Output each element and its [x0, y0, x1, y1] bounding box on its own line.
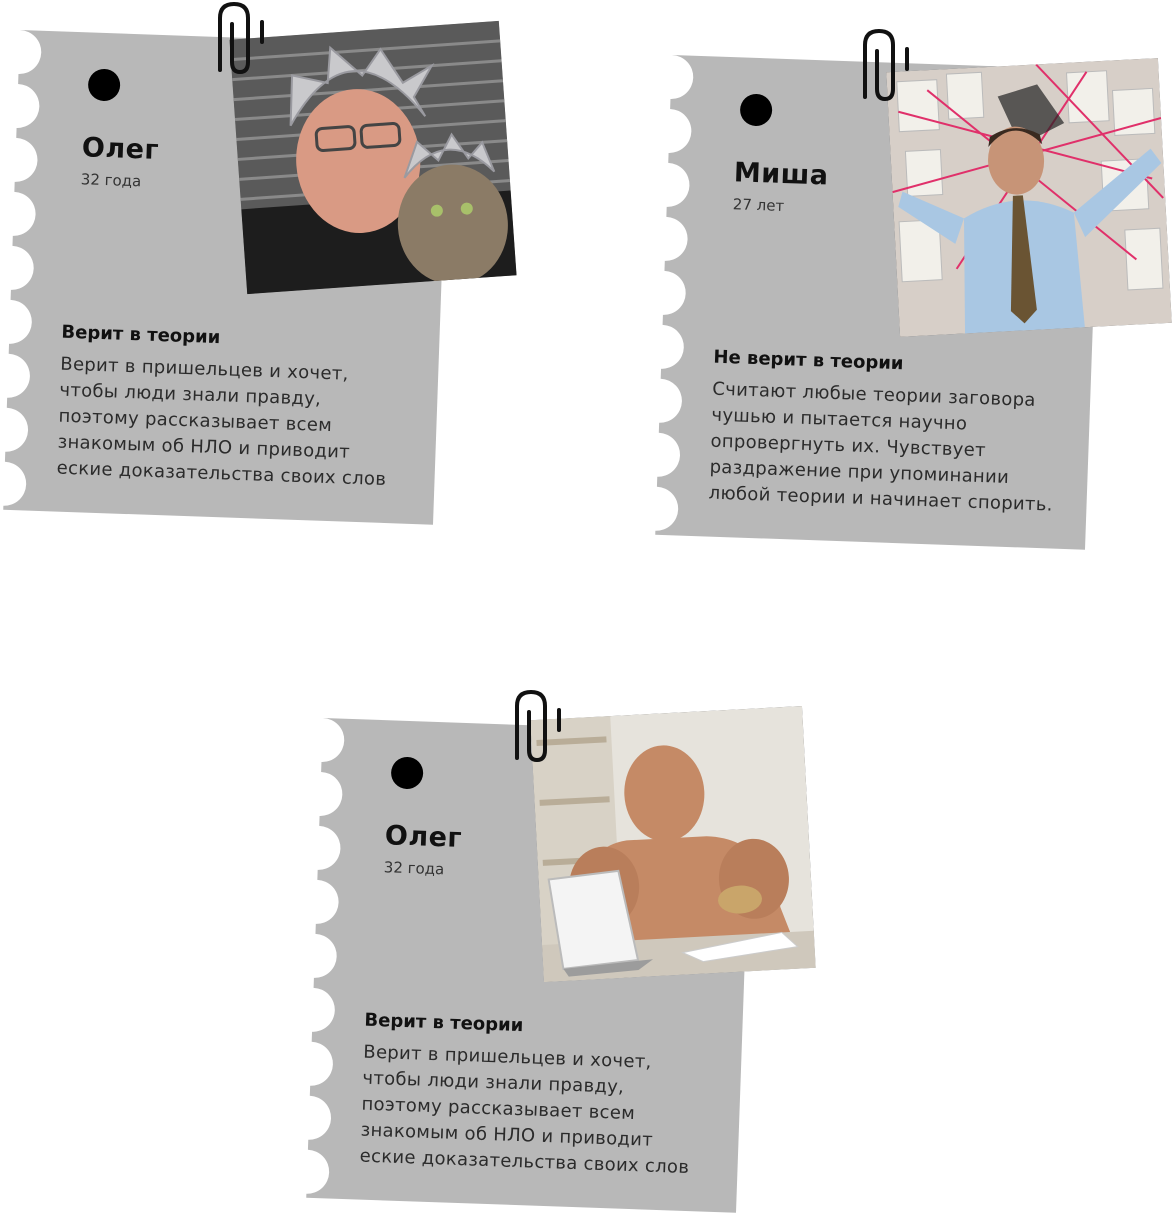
- persona-photo-foil-hat: [229, 20, 517, 295]
- persona-name: Миша: [733, 157, 830, 192]
- persona-description: Считают любые теории заговора чушью и пы…: [708, 378, 1054, 516]
- persona-photo-muscle-man: [530, 706, 816, 982]
- paperclip-icon: [509, 688, 569, 777]
- persona-age: 32 года: [383, 858, 445, 879]
- persona-description: Верит в пришельцев и хочет, чтобы люди з…: [359, 1041, 690, 1179]
- persona-photo-conspiracy-board: [886, 58, 1172, 337]
- persona-description: Верит в пришельцев и хочет, чтобы люди з…: [56, 353, 387, 491]
- persona-age: 27 лет: [732, 195, 785, 216]
- persona-name: Олег: [384, 820, 463, 854]
- paperclip-icon: [212, 0, 272, 89]
- paperclip-icon: [857, 27, 917, 116]
- persona-name: Олег: [81, 132, 160, 166]
- persona-age: 32 года: [80, 170, 142, 191]
